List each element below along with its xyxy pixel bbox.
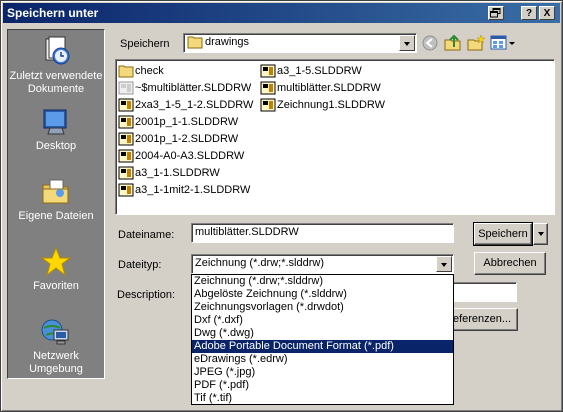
drawing-file-icon	[118, 132, 134, 146]
list-item[interactable]: 2001p_1-2.SLDDRW	[118, 131, 238, 147]
place-favorites[interactable]: Favoriten	[8, 246, 104, 316]
list-item[interactable]: multiblätter.SLDDRW	[260, 80, 381, 96]
drawing-file-icon	[260, 81, 276, 95]
filetype-option[interactable]: Dwg (*.dwg)	[192, 327, 453, 340]
place-recent-documents[interactable]: Zuletzt verwendete Dokumente	[8, 36, 104, 106]
favorites-icon	[40, 246, 72, 277]
place-label: Netzwerk Umgebung	[29, 350, 83, 375]
help-button[interactable]: ?	[521, 6, 537, 20]
my-documents-icon	[42, 179, 69, 204]
place-network[interactable]: Netzwerk Umgebung	[8, 316, 104, 386]
save-options-button[interactable]	[533, 223, 548, 245]
folder-icon	[118, 65, 134, 78]
save-as-dialog: Speichern unter ? X Zuletzt verwendete D…	[0, 0, 563, 412]
location-combo[interactable]: drawings	[183, 33, 417, 53]
place-label: Desktop	[35, 140, 77, 152]
drawing-file-icon	[260, 98, 276, 112]
network-icon	[41, 319, 69, 345]
list-item[interactable]: Zeichnung1.SLDDRW	[260, 97, 385, 113]
filetype-option[interactable]: JPEG (*.jpg)	[192, 366, 453, 379]
places-bar: Zuletzt verwendete Dokumente Desktop Eig…	[7, 29, 105, 379]
filetype-option[interactable]: PDF (*.pdf)	[192, 379, 453, 392]
place-my-documents[interactable]: Eigene Dateien	[8, 176, 104, 246]
filetype-option[interactable]: eDrawings (*.edrw)	[192, 353, 453, 366]
save-button[interactable]: Speichern	[473, 222, 533, 246]
filename-input[interactable]: multiblätter.SLDDRW	[191, 223, 454, 243]
location-value: drawings	[205, 36, 250, 48]
drawing-file-icon	[118, 115, 134, 129]
filetype-select[interactable]: Zeichnung (*.drw;*.slddrw)	[191, 254, 454, 274]
filename-label: Dateiname:	[118, 229, 175, 241]
drawing-file-icon	[118, 183, 134, 197]
list-item[interactable]: 2004-A0-A3.SLDDRW	[118, 148, 244, 164]
chevron-down-icon	[537, 232, 544, 236]
filetype-option-highlighted[interactable]: Adobe Portable Document Format (*.pdf)	[192, 340, 453, 353]
chevron-down-icon[interactable]	[399, 35, 415, 51]
filetype-option[interactable]: Abgelöste Zeichnung (*.slddrw)	[192, 288, 453, 301]
filetype-dropdown-list[interactable]: Zeichnung (*.drw;*.slddrw) Abgelöste Zei…	[191, 274, 454, 405]
folder-icon	[187, 36, 203, 49]
desktop-icon	[43, 109, 67, 135]
drawing-file-icon	[118, 98, 134, 112]
list-item[interactable]: 2001p_1-1.SLDDRW	[118, 114, 238, 130]
list-item[interactable]: a3_1-5.SLDDRW	[260, 63, 362, 79]
restore-icon[interactable]	[488, 6, 504, 20]
drawing-file-icon	[260, 64, 276, 78]
window-title: Speichern unter	[7, 6, 99, 20]
list-item[interactable]: 2xa3_1-5_1-2.SLDDRW	[118, 97, 253, 113]
filetype-label: Dateityp:	[118, 259, 162, 271]
filetype-option[interactable]: Zeichnungsvorlagen (*.drwdot)	[192, 301, 453, 314]
title-bar: Speichern unter ? X	[3, 3, 560, 23]
file-list[interactable]: check ~$multiblätter.SLDDRW 2xa3_1-5_1-2…	[115, 59, 555, 215]
filetype-option[interactable]: Tif (*.tif)	[192, 392, 453, 405]
place-desktop[interactable]: Desktop	[8, 106, 104, 176]
filetype-option[interactable]: Zeichnung (*.drw;*.slddrw)	[192, 275, 453, 288]
chevron-down-icon[interactable]	[436, 256, 452, 272]
save-in-label: Speichern	[120, 38, 170, 50]
place-label: Eigene Dateien	[18, 210, 94, 222]
list-item[interactable]: a3_1-1.SLDDRW	[118, 165, 220, 181]
references-button[interactable]: eferenzen...	[446, 308, 518, 331]
list-item[interactable]: ~$multiblätter.SLDDRW	[118, 80, 251, 96]
recent-documents-icon	[45, 36, 70, 65]
list-item[interactable]: check	[118, 63, 164, 79]
filetype-option[interactable]: Dxf (*.dxf)	[192, 314, 453, 327]
back-icon[interactable]	[421, 34, 439, 52]
drawing-file-icon	[118, 81, 134, 95]
new-folder-icon[interactable]	[467, 34, 485, 52]
view-menu-icon[interactable]	[490, 34, 516, 52]
description-label: Description:	[117, 289, 176, 301]
drawing-file-icon	[118, 166, 134, 180]
place-label: Zuletzt verwendete Dokumente	[9, 70, 103, 95]
drawing-file-icon	[118, 149, 134, 163]
close-button[interactable]: X	[539, 6, 555, 20]
cancel-button[interactable]: Abbrechen	[474, 252, 546, 275]
up-folder-icon[interactable]	[444, 34, 462, 52]
list-item[interactable]: a3_1-1mit2-1.SLDDRW	[118, 182, 250, 198]
place-label: Favoriten	[33, 280, 79, 292]
